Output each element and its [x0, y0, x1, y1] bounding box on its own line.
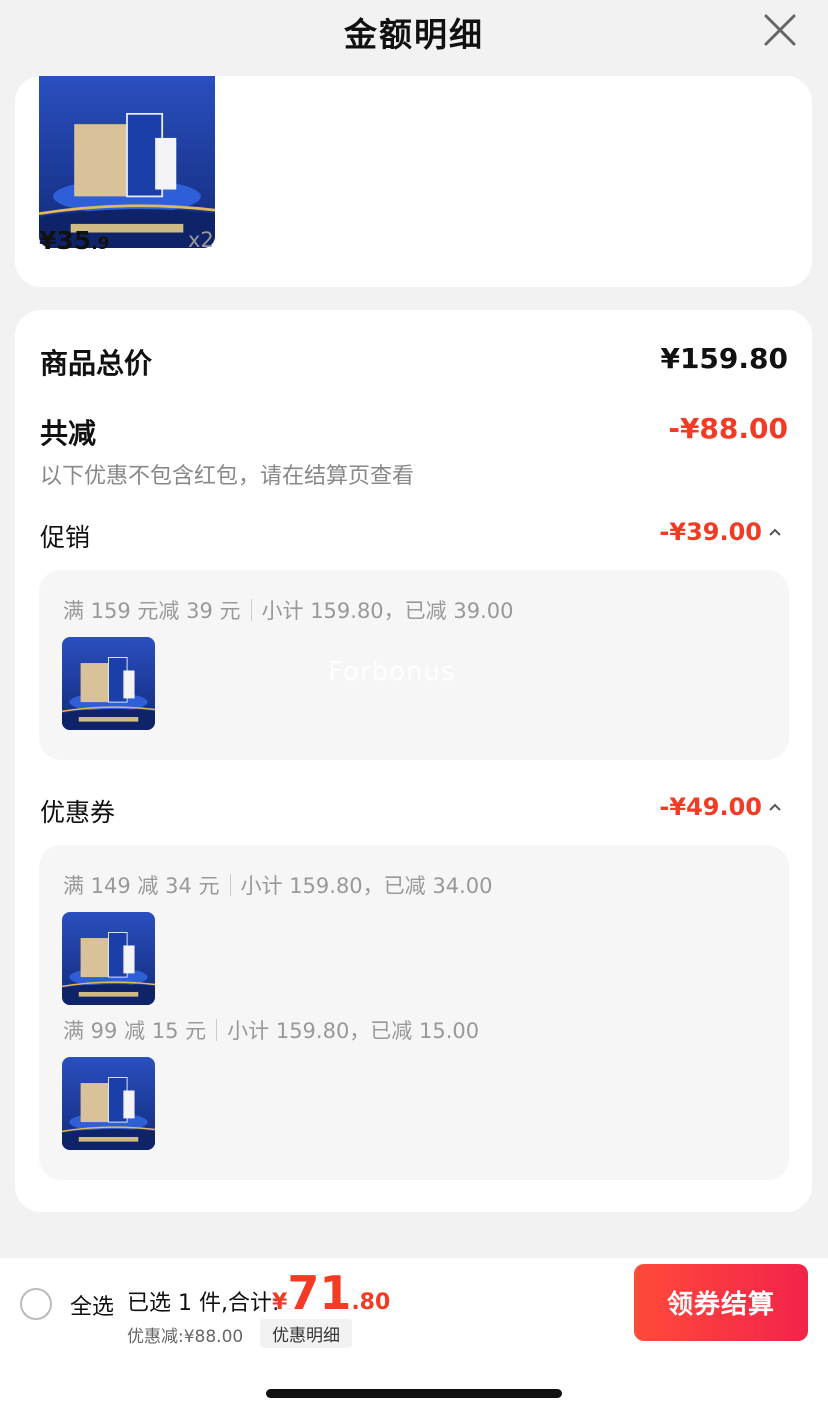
promotion-label: 促销 — [40, 523, 91, 552]
home-indicator[interactable] — [266, 1389, 562, 1398]
rule-detail: 小计 159.80，已减 15.00 — [227, 1019, 480, 1043]
rule-condition: 满 149 减 34 元 — [63, 874, 220, 898]
promotion-value: -¥39.00 — [659, 518, 762, 546]
coupon-value: -¥49.00 — [659, 793, 762, 821]
coupon-rule: 满 149 减 34 元小计 159.80，已减 34.00 — [63, 870, 492, 900]
coupon-product-thumb[interactable] — [62, 1057, 155, 1150]
coupon-product-thumb[interactable] — [62, 912, 155, 1005]
reduce-note: 以下优惠不包含红包，请在结算页查看 — [40, 464, 415, 489]
product-image[interactable] — [39, 76, 215, 248]
bottom-bar: 全选 已选 1 件,合计: ¥71.80 优惠减:¥88.00 优惠明细 领券结… — [0, 1258, 828, 1348]
total-price-value: ¥159.80 — [660, 342, 788, 375]
product-quantity: x2 — [188, 228, 214, 252]
home-bar-area — [0, 1348, 828, 1415]
coupon-toggle[interactable]: -¥49.00 — [659, 793, 782, 821]
chevron-up-icon — [769, 528, 781, 536]
discount-amount: 优惠减:¥88.00 — [127, 1327, 244, 1347]
select-all-label[interactable]: 全选 — [70, 1289, 114, 1321]
promotion-toggle[interactable]: -¥39.00 — [659, 518, 782, 546]
promotion-rule: 满 159 元减 39 元小计 159.80，已减 39.00 — [63, 595, 513, 625]
amount-detail-card: 商品总价 ¥159.80 共减 -¥88.00 以下优惠不包含红包，请在结算页查… — [15, 310, 812, 1212]
header: 金额明细 — [0, 0, 828, 76]
rule-condition: 满 159 元减 39 元 — [63, 599, 241, 623]
coupon-rule: 满 99 减 15 元小计 159.80，已减 15.00 — [63, 1015, 479, 1045]
total-dec: .80 — [351, 1290, 391, 1315]
divider — [216, 1019, 218, 1041]
divider — [229, 874, 231, 896]
page-title: 金额明细 — [344, 15, 484, 54]
price-main: ¥35 — [39, 226, 92, 255]
divider — [250, 599, 252, 621]
total-int: 71 — [287, 1266, 352, 1320]
total-reduce-label: 共减 — [40, 417, 97, 450]
total-yen: ¥ — [272, 1290, 288, 1315]
price-decimal: .9 — [91, 234, 110, 254]
close-icon[interactable] — [762, 12, 798, 48]
select-all-checkbox[interactable] — [20, 1288, 52, 1320]
total-price-label: 商品总价 — [40, 347, 153, 380]
chevron-up-icon — [769, 803, 781, 811]
product-price: ¥35.9 — [39, 226, 109, 255]
checkout-button[interactable]: 领券结算 — [634, 1264, 808, 1341]
selected-info: 已选 1 件,合计: — [127, 1291, 280, 1316]
rule-detail: 小计 159.80，已减 39.00 — [261, 599, 514, 623]
coupon-label: 优惠券 — [40, 798, 116, 827]
rule-detail: 小计 159.80，已减 34.00 — [240, 874, 493, 898]
coupon-box: 满 149 减 34 元小计 159.80，已减 34.00 满 99 减 15… — [39, 845, 789, 1180]
promotion-product-thumb[interactable] — [62, 637, 155, 730]
discount-detail-button[interactable]: 优惠明细 — [260, 1319, 352, 1348]
rule-condition: 满 99 减 15 元 — [63, 1019, 207, 1043]
watermark: Forbonus — [328, 657, 456, 687]
product-card: ¥35.9 x2 — [15, 76, 812, 287]
total-amount: ¥71.80 — [272, 1266, 390, 1320]
total-reduce-value: -¥88.00 — [668, 412, 788, 445]
